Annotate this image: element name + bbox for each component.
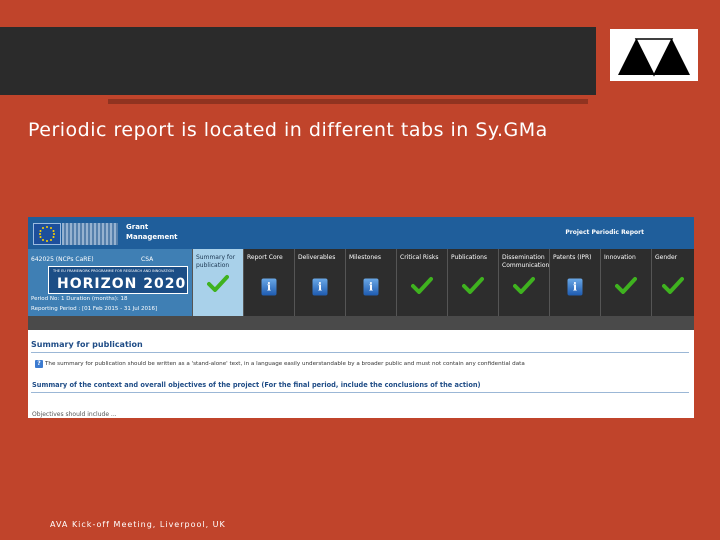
tab-label: Publications	[451, 254, 488, 261]
eu-flag-icon	[33, 223, 61, 245]
tab-patents-ipr[interactable]: Patents (IPR) i	[549, 249, 600, 316]
section-heading: Summary for publication	[31, 340, 143, 349]
sygma-screenshot: Grant Management 642025 (NCPs CaRE) CSA …	[28, 217, 694, 418]
ava-logo-icon	[618, 38, 690, 77]
programme-name: HORIZON 2020	[57, 276, 187, 292]
brand-management: Management	[126, 233, 178, 241]
commission-building-image	[62, 223, 118, 245]
help-icon[interactable]: ?	[35, 360, 43, 368]
report-title: Project Periodic Report	[565, 229, 644, 236]
brand-grant: Grant	[126, 223, 149, 231]
reporting-period: Reporting Period : [01 Feb 2015 - 31 Jul…	[31, 306, 158, 312]
project-id: 642025 (NCPs CaRE)	[31, 256, 94, 263]
project-info-panel: Grant Management 642025 (NCPs CaRE) CSA …	[28, 217, 192, 316]
tab-dissemination-communication[interactable]: Dissemination Communication	[498, 249, 549, 316]
summary-content: Summary for publication ? The summary fo…	[28, 330, 694, 418]
check-icon	[462, 276, 484, 298]
info-icon: i	[312, 278, 328, 296]
check-icon	[513, 276, 535, 298]
slide-title: Periodic report is located in different …	[28, 119, 548, 141]
brand-bar: Grant Management	[28, 217, 192, 249]
tab-critical-risks[interactable]: Critical Risks	[396, 249, 447, 316]
period-info: Period No: 1 Duration (months): 18	[31, 296, 128, 302]
tab-publications[interactable]: Publications	[447, 249, 498, 316]
tab-label: Dissemination Communication	[502, 254, 550, 269]
tab-gender[interactable]: Gender	[651, 249, 694, 316]
info-icon: i	[261, 278, 277, 296]
tab-label: Innovation	[604, 254, 636, 261]
separator-bar	[28, 316, 694, 330]
tab-label: Patents (IPR)	[553, 254, 592, 261]
check-icon	[411, 276, 433, 298]
report-tabs: Summary for publication Report Core i De…	[192, 249, 694, 316]
check-icon	[207, 274, 229, 296]
tab-report-core[interactable]: Report Core i	[243, 249, 294, 316]
cutoff-text: Objectives should include ...	[32, 411, 117, 418]
tab-label: Milestones	[349, 254, 381, 261]
report-header-bar: Project Periodic Report	[192, 217, 694, 249]
programme-tag: THE EU FRAMEWORK PROGRAMME FOR RESEARCH …	[53, 269, 174, 273]
tab-label: Gender	[655, 254, 678, 261]
check-icon	[662, 276, 684, 298]
tab-milestones[interactable]: Milestones i	[345, 249, 396, 316]
context-heading: Summary of the context and overall objec…	[32, 381, 481, 389]
tab-summary-for-publication[interactable]: Summary for publication	[192, 249, 243, 316]
tab-innovation[interactable]: Innovation	[600, 249, 651, 316]
project-type: CSA	[141, 256, 154, 263]
tab-deliverables[interactable]: Deliverables i	[294, 249, 345, 316]
check-icon	[615, 276, 637, 298]
info-icon: i	[567, 278, 583, 296]
title-bar	[0, 27, 596, 95]
tab-label: Summary for publication	[196, 254, 236, 269]
context-divider	[31, 392, 689, 393]
publication-note: The summary for publication should be wr…	[45, 361, 525, 367]
tab-label: Critical Risks	[400, 254, 439, 261]
tab-label: Report Core	[247, 254, 283, 261]
slide-footer: AVA Kick-off Meeting, Liverpool, UK	[50, 520, 226, 529]
tab-label: Deliverables	[298, 254, 336, 261]
horizon-2020-logo: THE EU FRAMEWORK PROGRAMME FOR RESEARCH …	[48, 266, 188, 294]
section-divider	[31, 352, 689, 353]
title-bar-shadow	[108, 99, 588, 104]
info-icon: i	[363, 278, 379, 296]
ava-logo	[610, 29, 698, 81]
